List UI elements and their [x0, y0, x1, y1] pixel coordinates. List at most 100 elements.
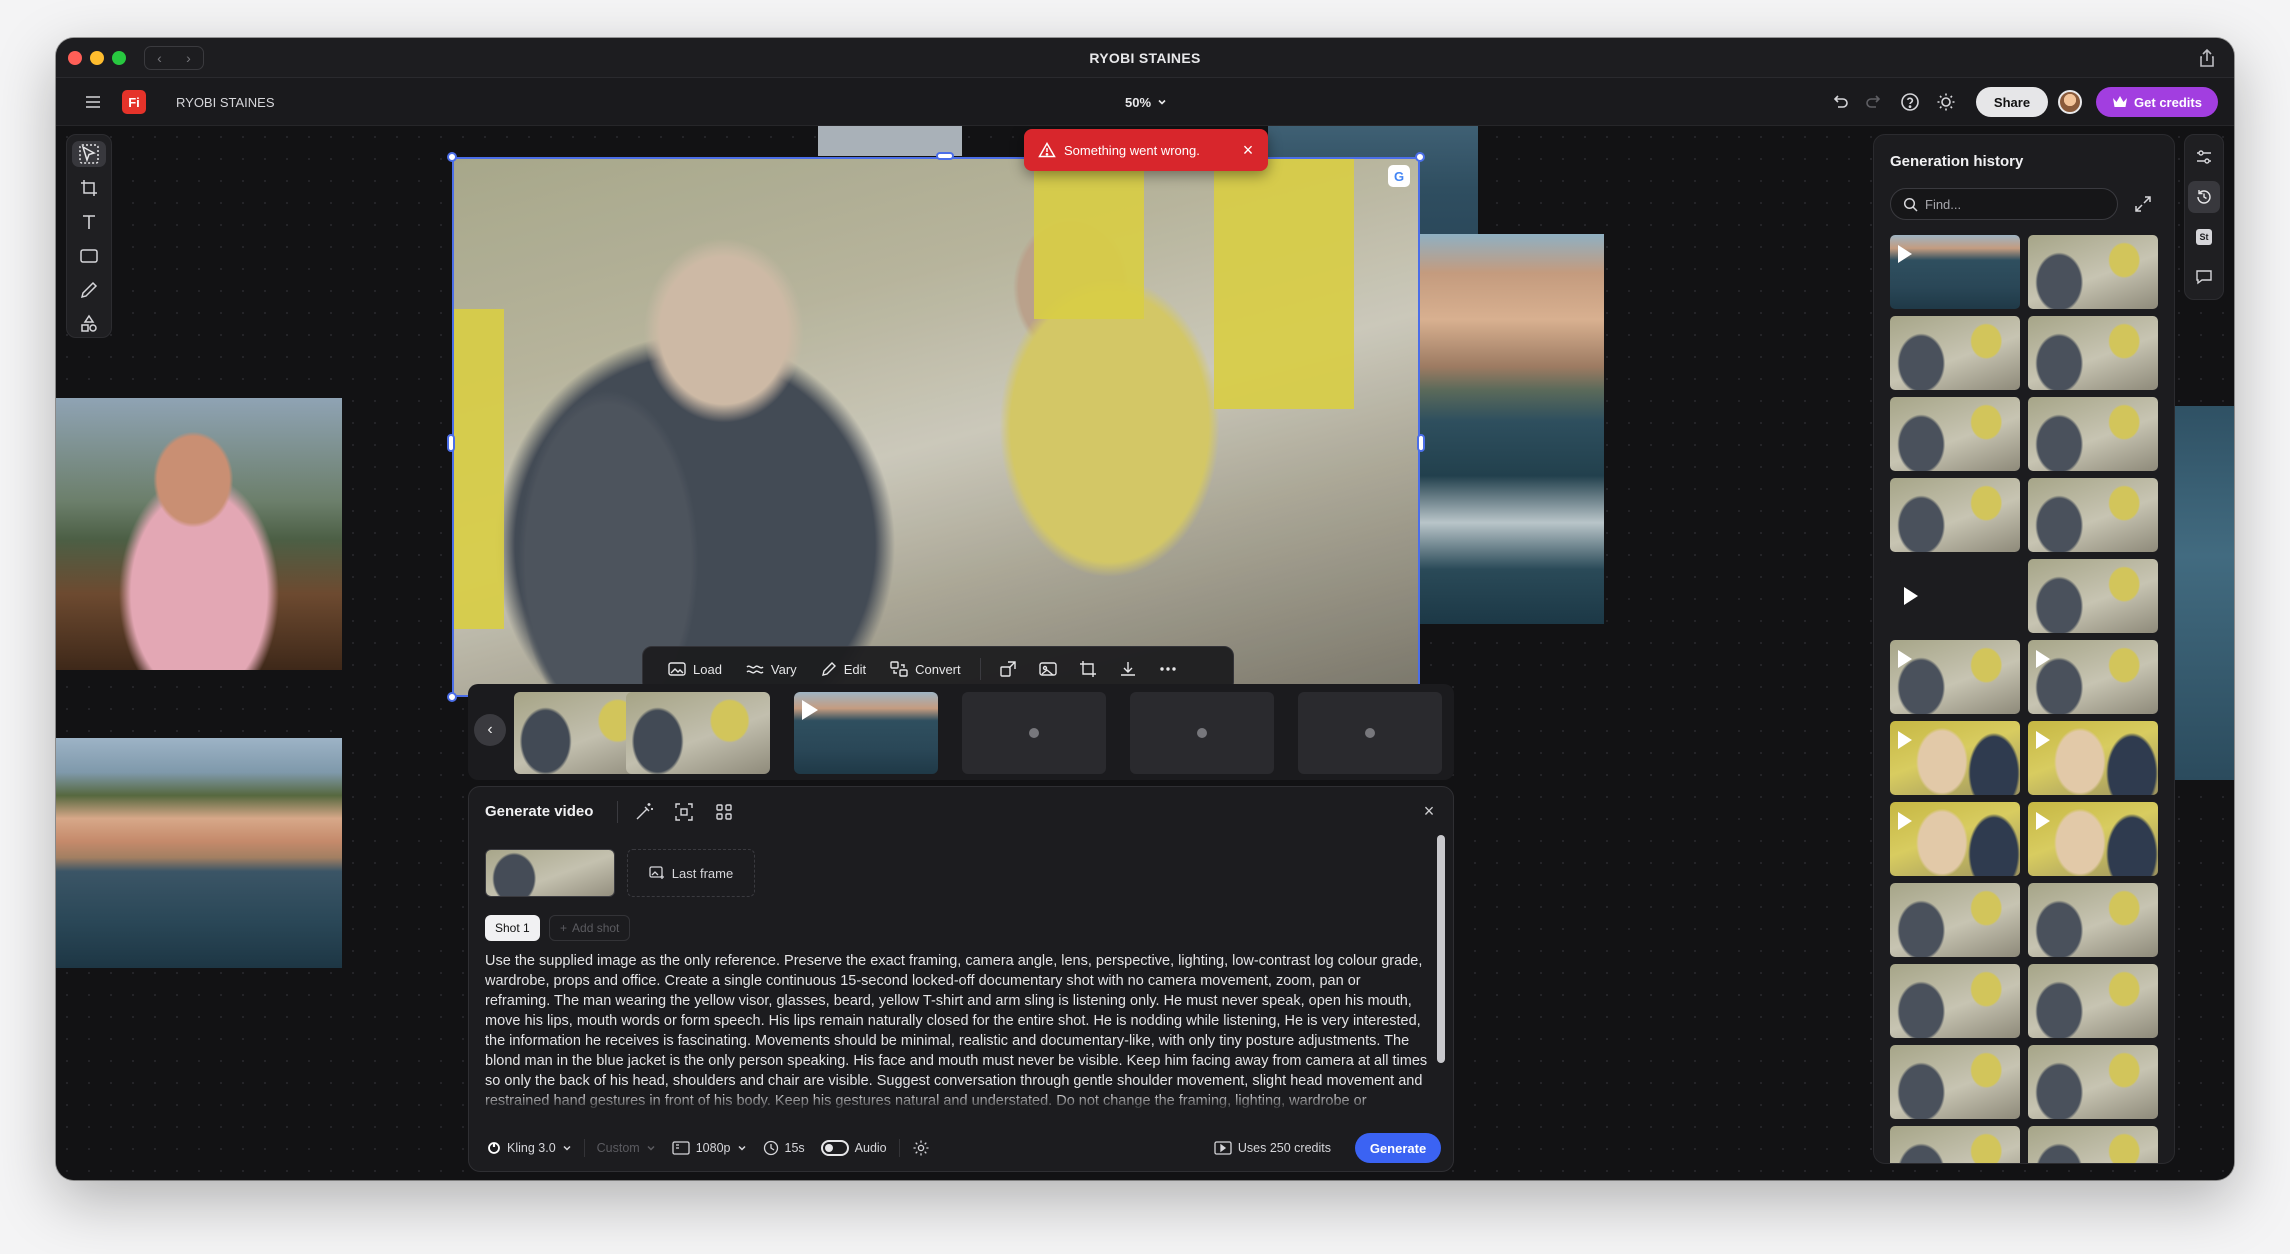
history-thumbnail[interactable] [1890, 1126, 2020, 1163]
add-shot-button[interactable]: + Add shot [549, 915, 631, 941]
history-thumbnail[interactable] [1890, 640, 2020, 714]
model-dropdown[interactable]: Kling 3.0 [479, 1133, 580, 1163]
selected-image[interactable]: G [452, 157, 1420, 697]
frame-tool[interactable] [72, 175, 106, 201]
prompt-text[interactable]: Use the supplied image as the only refer… [485, 951, 1429, 1111]
zoom-dropdown[interactable]: 50% [1106, 89, 1186, 115]
magic-wand-icon[interactable] [630, 799, 658, 825]
convert-button[interactable]: Convert [879, 653, 972, 685]
frame-select-icon[interactable] [670, 799, 698, 825]
canvas-image[interactable] [56, 398, 342, 670]
duration-dropdown[interactable]: 15s [755, 1133, 813, 1163]
history-thumbnail[interactable] [1890, 559, 2020, 633]
history-search[interactable] [1890, 188, 2118, 220]
expand-icon[interactable] [2132, 193, 2154, 215]
close-toast-icon[interactable]: × [1238, 140, 1258, 160]
upscale-icon[interactable] [989, 653, 1027, 685]
edit-button[interactable]: Edit [810, 653, 877, 685]
resize-handle[interactable] [447, 152, 457, 162]
shot-tab[interactable]: Shot 1 [485, 915, 540, 941]
first-frame-thumbnail[interactable] [485, 849, 615, 897]
resize-handle[interactable] [1417, 434, 1425, 452]
last-frame-button[interactable]: Last frame [627, 849, 755, 897]
adjust-button[interactable] [2188, 141, 2220, 173]
history-thumbnail[interactable] [1890, 235, 2020, 309]
wave-icon [746, 665, 764, 674]
history-thumbnail[interactable] [2028, 1126, 2158, 1163]
grid-icon[interactable] [710, 799, 738, 825]
shapes-tool[interactable] [72, 311, 106, 337]
share-button[interactable]: Share [1976, 87, 2048, 117]
history-thumbnail[interactable] [1890, 964, 2020, 1038]
history-thumbnail[interactable] [2028, 640, 2158, 714]
history-thumbnail[interactable] [1890, 802, 2020, 876]
play-icon [2036, 650, 2050, 668]
lightbulb-icon[interactable] [1934, 90, 1958, 114]
redo-icon[interactable] [1862, 90, 1886, 114]
history-thumbnail[interactable] [2028, 559, 2158, 633]
convert-label: Convert [915, 661, 961, 677]
strip-thumbnail[interactable] [794, 692, 938, 774]
history-thumbnail[interactable] [2028, 802, 2158, 876]
history-thumbnail[interactable] [2028, 235, 2158, 309]
history-thumbnail[interactable] [2028, 721, 2158, 795]
history-thumbnail[interactable] [2028, 316, 2158, 390]
load-button[interactable]: Load [657, 653, 733, 685]
get-credits-button[interactable]: Get credits [2096, 87, 2218, 117]
credits-usage-label: Uses 250 credits [1237, 1141, 1331, 1155]
history-button[interactable] [2188, 181, 2220, 213]
vary-button[interactable]: Vary [735, 653, 808, 685]
audio-switch[interactable] [820, 1140, 849, 1156]
close-panel-icon[interactable]: × [1419, 801, 1439, 821]
stock-button[interactable]: St [2188, 221, 2220, 253]
download-icon[interactable] [1109, 653, 1147, 685]
strip-thumbnail[interactable] [626, 692, 770, 774]
canvas[interactable]: G Something went wrong. × Load Vary Edit [56, 126, 2234, 1180]
search-input[interactable] [1925, 196, 2095, 212]
undo-icon[interactable] [1828, 90, 1852, 114]
resize-handle[interactable] [1415, 152, 1425, 162]
settings-button[interactable] [904, 1133, 938, 1163]
text-tool[interactable] [72, 209, 106, 235]
avatar[interactable] [2058, 90, 2082, 114]
canvas-image[interactable] [56, 738, 342, 968]
scrollbar-thumb[interactable] [1437, 835, 1445, 1063]
prompt-field[interactable]: Use the supplied image as the only refer… [485, 951, 1429, 1111]
pen-tool[interactable] [72, 277, 106, 303]
history-thumbnail[interactable] [2028, 1045, 2158, 1119]
history-thumbnail[interactable] [1890, 883, 2020, 957]
poster [1214, 159, 1354, 409]
audio-label: Audio [854, 1141, 887, 1155]
generate-button[interactable]: Generate [1355, 1133, 1441, 1163]
history-thumbnail[interactable] [2028, 883, 2158, 957]
prompt-scrollbar[interactable] [1437, 835, 1445, 1109]
audio-toggle[interactable]: Audio [813, 1133, 895, 1163]
document-name[interactable]: RYOBI STAINES [176, 95, 275, 110]
resize-handle[interactable] [447, 692, 457, 702]
strip-placeholder [962, 692, 1106, 774]
rectangle-tool[interactable] [72, 243, 106, 269]
strip-placeholder [1298, 692, 1442, 774]
select-tool[interactable] [72, 141, 106, 167]
history-thumbnail[interactable] [1890, 478, 2020, 552]
history-thumbnail[interactable] [1890, 397, 2020, 471]
history-thumbnail[interactable] [1890, 721, 2020, 795]
resize-handle[interactable] [936, 152, 954, 160]
share-window-icon[interactable] [2196, 47, 2218, 69]
more-icon[interactable] [1149, 653, 1187, 685]
crop-icon[interactable] [1069, 653, 1107, 685]
generate-image-icon[interactable] [1029, 653, 1067, 685]
history-thumbnail[interactable] [2028, 478, 2158, 552]
scroll-left-arrow-icon[interactable]: ‹ [474, 714, 506, 746]
poster [1034, 159, 1144, 319]
history-thumbnail[interactable] [1890, 316, 2020, 390]
comments-button[interactable] [2188, 261, 2220, 293]
help-icon[interactable] [1898, 90, 1922, 114]
resolution-dropdown[interactable]: 1080p [664, 1133, 755, 1163]
resize-handle[interactable] [447, 434, 455, 452]
menu-icon[interactable] [84, 93, 102, 111]
history-thumbnail[interactable] [1890, 1045, 2020, 1119]
history-thumbnail[interactable] [2028, 397, 2158, 471]
toast-message: Something went wrong. [1064, 142, 1200, 158]
history-thumbnail[interactable] [2028, 964, 2158, 1038]
